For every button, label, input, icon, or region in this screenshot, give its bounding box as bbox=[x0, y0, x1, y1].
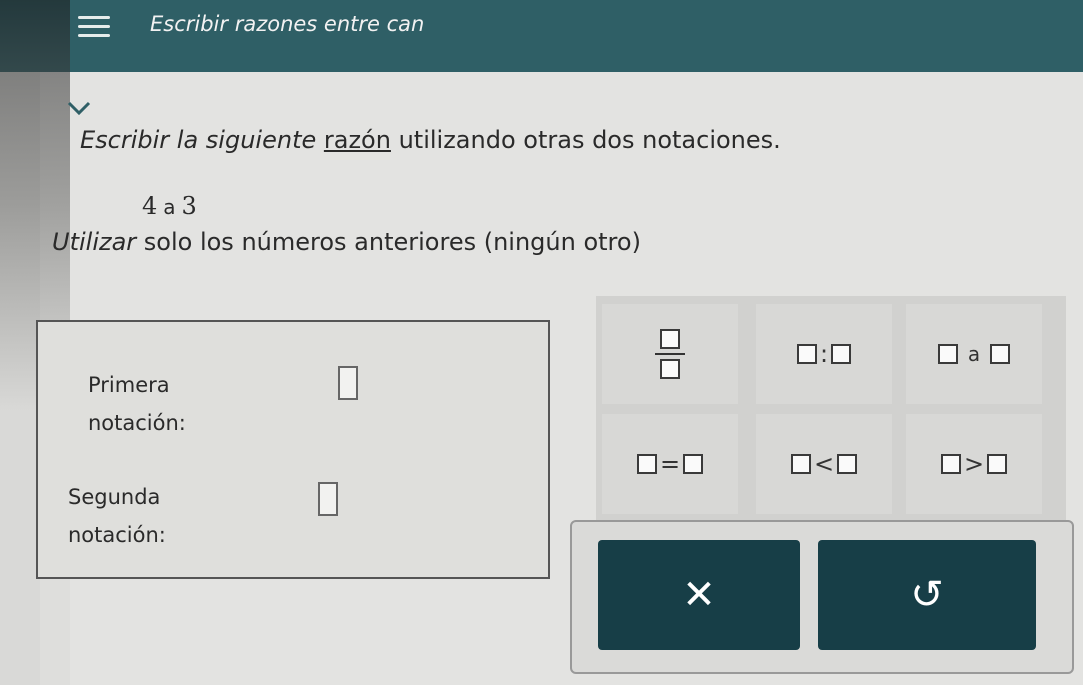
ratio-link[interactable]: razón bbox=[324, 126, 391, 154]
menu-icon[interactable] bbox=[78, 16, 110, 40]
undo-icon: ↺ bbox=[910, 572, 944, 618]
second-notation-label: Segunda notación: bbox=[68, 485, 166, 547]
rule-text: Utilizar solo los números anteriores (ni… bbox=[52, 228, 641, 256]
chevron-down-icon[interactable] bbox=[66, 98, 92, 118]
colon-key[interactable]: : bbox=[756, 304, 892, 404]
a-ratio-key[interactable]: a bbox=[906, 304, 1042, 404]
equals-key[interactable]: = bbox=[602, 414, 738, 514]
less-than-key[interactable]: < bbox=[756, 414, 892, 514]
second-notation-input[interactable] bbox=[318, 482, 338, 516]
question-instruction: Escribir la siguiente razón utilizando o… bbox=[80, 126, 781, 154]
ratio-expression: 4a3 bbox=[142, 192, 197, 220]
first-notation-label: Primera notación: bbox=[88, 373, 186, 435]
undo-button[interactable]: ↺ bbox=[818, 540, 1036, 650]
answer-box: Primera notación: Segunda notación: bbox=[36, 320, 550, 579]
header-bar bbox=[0, 0, 1083, 72]
fraction-key[interactable] bbox=[602, 304, 738, 404]
header-title: Escribir razones entre can bbox=[150, 12, 425, 36]
close-icon: ✕ bbox=[682, 572, 716, 618]
clear-button[interactable]: ✕ bbox=[598, 540, 800, 650]
first-notation-input[interactable] bbox=[338, 366, 358, 400]
notation-palette: : a = < > bbox=[596, 296, 1066, 526]
greater-than-key[interactable]: > bbox=[906, 414, 1042, 514]
